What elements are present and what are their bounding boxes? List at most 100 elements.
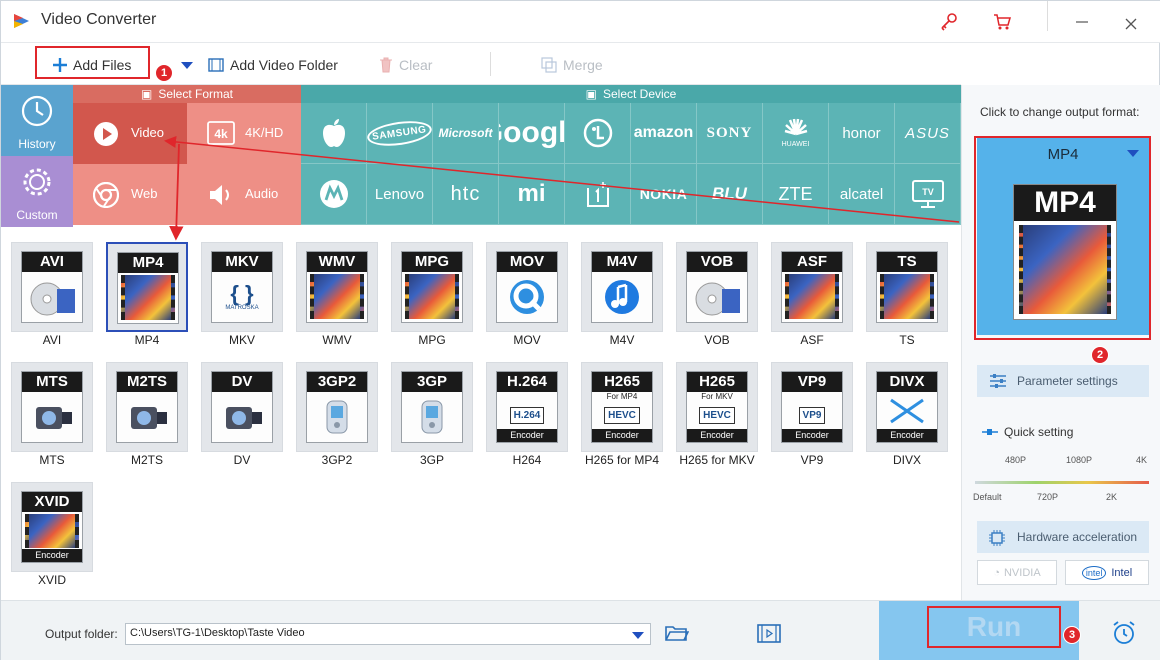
format-tab-audio-label: Audio — [245, 186, 279, 201]
toolbar: Add Files Add Video Folder Clear Merge — [1, 43, 961, 85]
device-brand-huawei[interactable]: HUAWEI — [763, 103, 829, 164]
encoder-label: Encoder — [22, 549, 82, 562]
output-folder-input[interactable]: C:\Users\TG-1\Desktop\Taste Video — [125, 623, 651, 645]
device-brand-google[interactable]: Google — [499, 103, 565, 164]
format-item-3gp2[interactable]: 3GP2 — [296, 362, 378, 452]
format-item-mov[interactable]: MOV — [486, 242, 568, 332]
format-tab-web[interactable]: Web — [73, 164, 187, 225]
device-brand-htc[interactable]: htc — [433, 164, 499, 225]
device-brand-lenovo[interactable]: Lenovo — [367, 164, 433, 225]
format-tab-audio[interactable]: Audio — [187, 164, 301, 225]
history-button[interactable]: History — [1, 85, 73, 156]
nvidia-option[interactable]: ◔ NVIDIA — [977, 560, 1057, 585]
folder-film-icon — [208, 57, 224, 73]
merge-button[interactable]: Merge — [541, 51, 603, 79]
format-tab-4khd[interactable]: 4k 4K/HD — [187, 103, 301, 164]
device-brand-blu[interactable]: BLU — [697, 164, 763, 225]
cart-icon[interactable] — [989, 9, 1015, 35]
device-brand-oneplus[interactable] — [565, 164, 631, 225]
format-item-mts[interactable]: MTS — [11, 362, 93, 452]
format-icon: TS — [876, 251, 938, 323]
nvidia-icon: ◔ — [993, 566, 1000, 579]
format-tab-video[interactable]: Video — [73, 103, 187, 164]
format-icon: XVID Encoder — [21, 491, 83, 563]
add-video-folder-button[interactable]: Add Video Folder — [208, 51, 338, 79]
device-brand-tv[interactable]: TV — [895, 164, 961, 225]
output-format-icon-badge: MP4 — [1014, 185, 1116, 221]
minimize-icon[interactable] — [1069, 9, 1095, 35]
output-format-dropdown-icon[interactable] — [1127, 150, 1139, 157]
encoder-label: Encoder — [687, 429, 747, 442]
add-files-button[interactable]: Add Files — [53, 51, 131, 79]
format-item-wmv[interactable]: WMV — [296, 242, 378, 332]
output-folder-dropdown-icon[interactable] — [632, 632, 644, 639]
device-brand-label: SAMSUNG — [367, 117, 432, 149]
select-device-header: ▣ Select Device — [301, 85, 961, 103]
format-item-h265-for-mkv[interactable]: H265 For MKV HEVC Encoder — [676, 362, 758, 452]
device-brand-asus[interactable]: ASUS — [895, 103, 961, 164]
format-artwork: H.264 — [500, 394, 554, 428]
intel-option[interactable]: intel Intel — [1065, 560, 1149, 585]
add-files-label: Add Files — [73, 57, 132, 73]
format-item-vp9[interactable]: VP9 VP9 Encoder — [771, 362, 853, 452]
device-brand-apple[interactable] — [301, 103, 367, 164]
custom-button[interactable]: Custom — [1, 156, 73, 227]
parameter-settings-button[interactable]: Parameter settings — [977, 365, 1149, 397]
add-files-dropdown-icon[interactable] — [181, 62, 193, 69]
format-item-divx[interactable]: DIVX Encoder — [866, 362, 948, 452]
format-artwork — [880, 394, 934, 428]
device-brand-label: Lenovo — [374, 185, 425, 203]
format-badge: VP9 — [782, 372, 842, 392]
device-brand-zte[interactable]: ZTE — [763, 164, 829, 225]
hardware-acceleration-button[interactable]: Hardware acceleration — [977, 521, 1149, 553]
format-item-dv[interactable]: DV — [201, 362, 283, 452]
device-brand-nokia[interactable]: NOKIA — [631, 164, 697, 225]
hardware-acceleration-label: Hardware acceleration — [1017, 530, 1138, 544]
format-item-m4v[interactable]: M4V — [581, 242, 663, 332]
play-icon — [93, 121, 119, 150]
format-item-xvid[interactable]: XVID Encoder — [11, 482, 93, 572]
quality-slider[interactable] — [975, 481, 1149, 484]
device-brand-mi[interactable]: mi — [499, 164, 565, 225]
device-brand-sony[interactable]: SONY — [697, 103, 763, 164]
format-item-h265-for-mp4[interactable]: H265 For MP4 HEVC Encoder — [581, 362, 663, 452]
device-brand-honor[interactable]: honor — [829, 103, 895, 164]
device-brand-samsung[interactable]: SAMSUNG — [367, 103, 433, 164]
run-button[interactable]: Run — [927, 607, 1061, 647]
open-folder-icon[interactable] — [665, 623, 690, 648]
encoder-label: Encoder — [592, 429, 652, 442]
format-item-avi[interactable]: AVI — [11, 242, 93, 332]
format-item-asf[interactable]: ASF — [771, 242, 853, 332]
format-item-mkv[interactable]: MKV { } MATROŠKA — [201, 242, 283, 332]
format-badge: TS — [877, 252, 937, 272]
close-icon[interactable] — [1118, 11, 1144, 37]
format-item-h264[interactable]: H.264 H.264 Encoder — [486, 362, 568, 452]
format-item-vob[interactable]: VOB — [676, 242, 758, 332]
output-format-selector[interactable]: MP4 MP4 — [977, 138, 1149, 335]
format-artwork — [25, 514, 79, 548]
format-item-3gp[interactable]: 3GP — [391, 362, 473, 452]
device-brand-label: htc — [450, 182, 481, 205]
device-brand-label: Google — [499, 116, 564, 149]
device-brand-microsoft[interactable]: Microsoft — [433, 103, 499, 164]
annotation-badge-3: 3 — [1063, 626, 1081, 644]
format-item-m2ts[interactable]: M2TS — [106, 362, 188, 452]
format-item-ts[interactable]: TS — [866, 242, 948, 332]
format-item-mpg[interactable]: MPG — [391, 242, 473, 332]
format-label: TS — [899, 333, 915, 347]
device-brand-alcatel[interactable]: alcatel — [829, 164, 895, 225]
history-icon — [19, 93, 55, 132]
format-artwork: HEVC — [595, 394, 649, 428]
alarm-clock-icon[interactable] — [1111, 620, 1137, 651]
chrome-icon — [92, 181, 120, 211]
video-folder-icon[interactable] — [757, 622, 781, 649]
device-brand-motorola[interactable] — [301, 164, 367, 225]
format-icon: H265 For MP4 HEVC Encoder — [591, 371, 653, 443]
tick-1080p: 1080P — [1066, 455, 1093, 465]
format-icon: DIVX Encoder — [876, 371, 938, 443]
device-brand-lg[interactable] — [565, 103, 631, 164]
clear-button[interactable]: Clear — [379, 51, 432, 79]
key-icon[interactable] — [936, 9, 962, 35]
device-brand-amazon[interactable]: amazon — [631, 103, 697, 164]
format-item-mp4[interactable]: MP4 — [106, 242, 188, 332]
